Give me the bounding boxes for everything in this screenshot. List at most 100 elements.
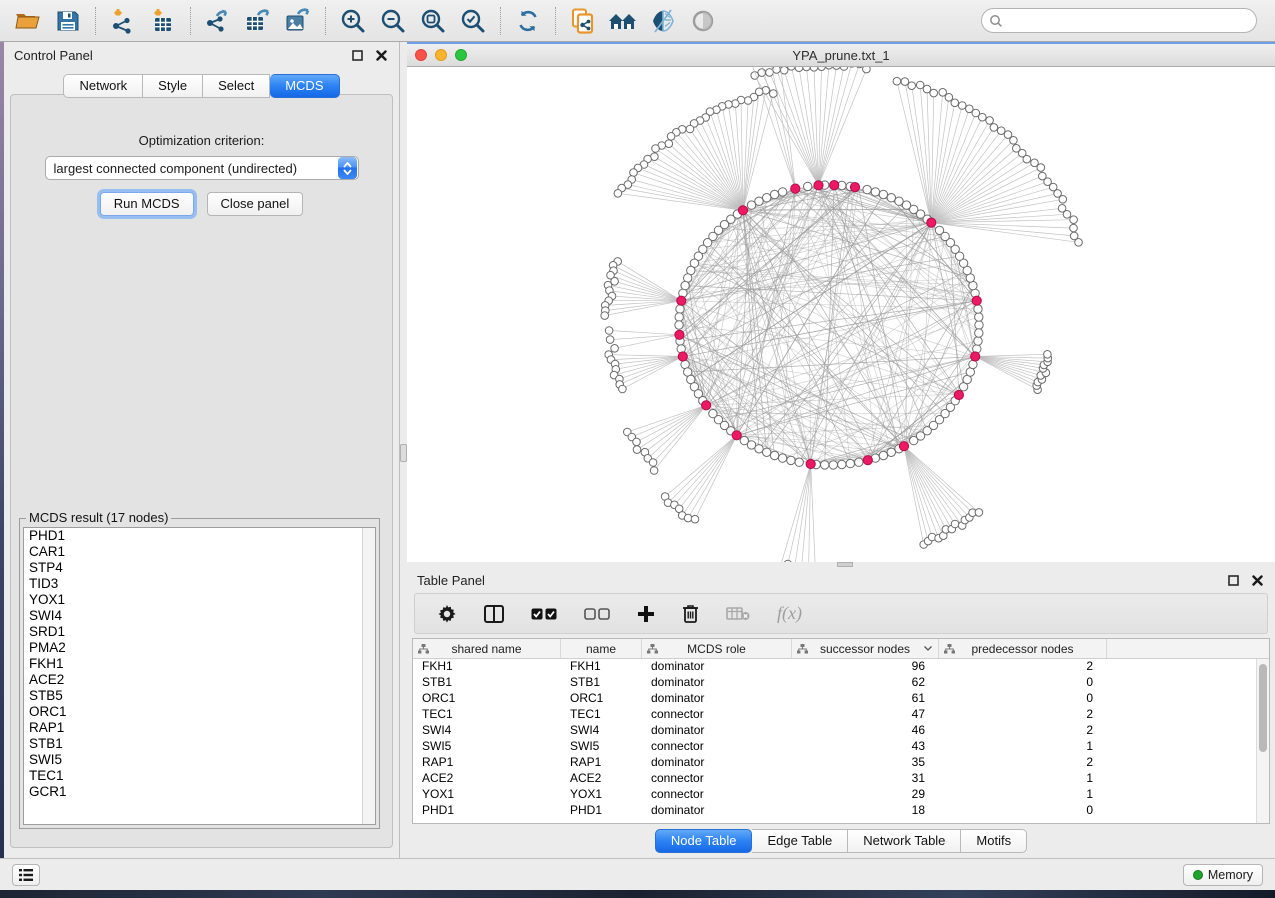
first-neighbors-button[interactable] [603,3,643,39]
mcds-result-item[interactable]: SWI5 [24,752,375,768]
network-mcds-hub-node[interactable] [702,401,711,410]
optimization-criterion-select[interactable]: largest connected component (undirected) [45,156,359,180]
network-mcds-hub-node[interactable] [972,296,981,305]
network-leaf-node[interactable] [975,509,983,517]
network-leaf-node[interactable] [606,336,614,344]
network-node[interactable] [974,305,982,313]
table-row[interactable]: YOX1YOX1connector291 [413,787,1269,803]
import-table-button[interactable] [143,3,183,39]
network-mcds-hub-node[interactable] [850,183,859,192]
network-node[interactable] [887,448,895,456]
network-leaf-node[interactable] [901,78,909,86]
network-mcds-hub-node[interactable] [814,181,823,190]
network-leaf-node[interactable] [744,97,752,105]
mcds-result-item[interactable]: CAR1 [24,544,375,560]
network-leaf-node[interactable] [1013,145,1021,153]
tab-node-table[interactable]: Node Table [655,829,753,853]
network-leaf-node[interactable] [958,102,966,110]
birds-eye-view-button[interactable] [683,3,723,39]
mcds-result-item[interactable]: PHD1 [24,528,375,544]
open-session-button[interactable] [8,3,48,39]
network-leaf-node[interactable] [803,67,811,71]
network-leaf-node[interactable] [1070,224,1078,232]
close-panel-icon[interactable] [1249,572,1265,588]
network-node[interactable] [821,461,829,469]
apply-layout-button[interactable] [508,3,548,39]
mcds-result-item[interactable]: YOX1 [24,592,375,608]
save-session-button[interactable] [48,3,88,39]
table-row[interactable]: ACE2ACE2connector311 [413,771,1269,787]
network-node[interactable] [763,448,771,456]
new-network-from-selection-button[interactable] [563,3,603,39]
network-node[interactable] [770,451,778,459]
network-node[interactable] [795,458,803,466]
table-row[interactable]: FKH1FKH1dominator962 [413,659,1269,675]
network-leaf-node[interactable] [818,67,826,71]
create-column-button[interactable] [637,605,655,623]
network-mcds-hub-node[interactable] [732,431,741,440]
network-node[interactable] [778,454,786,462]
network-leaf-node[interactable] [605,327,613,335]
column-header-name[interactable]: name [561,639,642,658]
mcds-result-item[interactable]: RAP1 [24,720,375,736]
mcds-result-item[interactable]: GCR1 [24,784,375,800]
network-mcds-hub-node[interactable] [954,390,963,399]
network-leaf-node[interactable] [667,133,675,141]
network-node[interactable] [895,197,903,205]
network-node[interactable] [675,313,683,321]
mcds-result-item[interactable]: ORC1 [24,704,375,720]
network-leaf-node[interactable] [652,145,660,153]
table-row[interactable]: PHD1PHD1dominator180 [413,803,1269,819]
network-node[interactable] [975,313,983,321]
network-node[interactable] [935,226,943,234]
network-node[interactable] [975,329,983,337]
network-leaf-node[interactable] [770,90,778,98]
mcds-result-item[interactable]: STP4 [24,560,375,576]
network-mcds-hub-node[interactable] [677,296,686,305]
network-node[interactable] [675,321,683,329]
network-node[interactable] [855,458,863,466]
show-column-panel-button[interactable] [484,605,504,623]
deselect-all-rows-button[interactable] [584,608,610,620]
network-node[interactable] [770,190,778,198]
mcds-result-item[interactable]: FKH1 [24,656,375,672]
network-leaf-node[interactable] [825,67,833,69]
network-leaf-node[interactable] [1058,205,1066,213]
network-node[interactable] [863,185,871,193]
mcds-result-item[interactable]: TEC1 [24,768,375,784]
network-leaf-node[interactable] [1070,216,1078,224]
tab-network-table[interactable]: Network Table [848,829,961,853]
tab-mcds[interactable]: MCDS [270,74,339,98]
mcds-result-item[interactable]: STB1 [24,736,375,752]
tab-edge-table[interactable]: Edge Table [752,829,848,853]
network-leaf-node[interactable] [1044,351,1052,359]
network-leaf-node[interactable] [1031,159,1039,167]
network-leaf-node[interactable] [810,67,818,71]
export-network-button[interactable] [198,3,238,39]
search-input[interactable] [1008,11,1256,31]
splitter-grip-icon[interactable] [400,444,407,462]
network-mcds-hub-node[interactable] [738,206,747,215]
table-row[interactable]: ORC1ORC1dominator610 [413,691,1269,707]
table-scrollbar-thumb[interactable] [1259,664,1267,752]
network-mcds-hub-node[interactable] [927,218,936,227]
delete-table-button[interactable] [726,606,750,621]
task-history-button[interactable] [12,864,40,886]
column-header-predecessor-nodes[interactable]: predecessor nodes [939,639,1107,658]
run-mcds-button[interactable]: Run MCDS [100,192,194,216]
network-leaf-node[interactable] [893,77,901,85]
network-leaf-node[interactable] [908,82,916,90]
network-mcds-hub-node[interactable] [830,181,839,190]
network-leaf-node[interactable] [686,125,694,133]
zoom-out-button[interactable] [373,3,413,39]
tab-style[interactable]: Style [143,74,203,98]
column-header-MCDS-role[interactable]: MCDS role [642,639,792,658]
table-row[interactable]: TEC1TEC1connector472 [413,707,1269,723]
network-node[interactable] [846,459,854,467]
graphics-details-button[interactable] [643,3,683,39]
network-node[interactable] [755,445,763,453]
network-leaf-node[interactable] [691,515,699,523]
network-leaf-node[interactable] [665,140,673,148]
network-node[interactable] [829,461,837,469]
network-leaf-node[interactable] [630,169,638,177]
